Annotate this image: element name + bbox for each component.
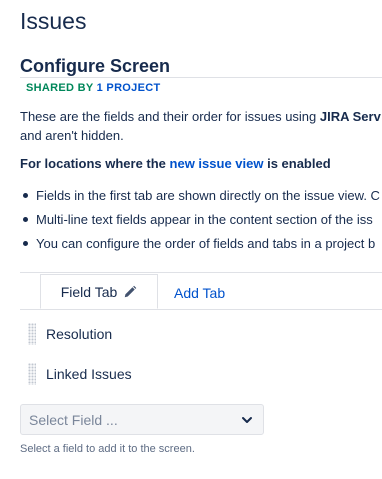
tabs-top-divider — [20, 272, 382, 273]
locations-suffix: is enabled — [263, 156, 331, 171]
screen-title: Configure Screen — [20, 56, 171, 76]
add-tab-button[interactable]: Add Tab — [174, 285, 225, 301]
description-line-2: and aren't hidden. — [20, 128, 124, 143]
list-item: Fields in the first tab are shown direct… — [20, 186, 380, 210]
scheme-name: JIRA Serv — [319, 109, 381, 124]
drag-handle-icon[interactable] — [28, 323, 36, 345]
title-divider — [20, 77, 382, 78]
tabs-bottom-divider — [20, 309, 382, 310]
field-row-resolution[interactable]: Resolution — [28, 322, 112, 346]
page-title: Issues — [20, 8, 87, 34]
new-issue-view-link[interactable]: new issue view — [170, 156, 264, 171]
shared-by-label: SHARED BY — [26, 82, 94, 94]
field-label: Linked Issues — [46, 366, 132, 382]
shared-projects-link[interactable]: 1 PROJECT — [97, 82, 161, 94]
shared-by: SHARED BY 1 PROJECT — [26, 82, 161, 94]
description-line-1: These are the fields and their order for… — [20, 107, 382, 126]
select-field-dropdown[interactable]: Select Field ... — [20, 404, 264, 435]
tab-label: Field Tab — [60, 283, 118, 300]
screen-description: These are the fields and their order for… — [20, 107, 382, 145]
field-label: Resolution — [46, 326, 113, 342]
description-text: These are the fields and their order for… — [20, 109, 320, 124]
tab-field-tab[interactable]: Field Tab — [40, 274, 158, 309]
info-list: Fields in the first tab are shown direct… — [20, 186, 380, 258]
select-field-placeholder: Select Field ... — [29, 411, 118, 428]
locations-heading: For locations where the new issue view i… — [20, 156, 331, 171]
field-row-linked-issues[interactable]: Linked Issues — [28, 362, 132, 386]
locations-prefix: For locations where the — [20, 156, 170, 171]
drag-handle-icon[interactable] — [28, 363, 36, 385]
chevron-down-icon — [242, 416, 252, 423]
pencil-icon[interactable] — [123, 285, 137, 299]
list-item: You can configure the order of fields an… — [20, 234, 380, 258]
select-field-hint: Select a field to add it to the screen. — [20, 443, 195, 455]
list-item: Multi-line text fields appear in the con… — [20, 210, 380, 234]
